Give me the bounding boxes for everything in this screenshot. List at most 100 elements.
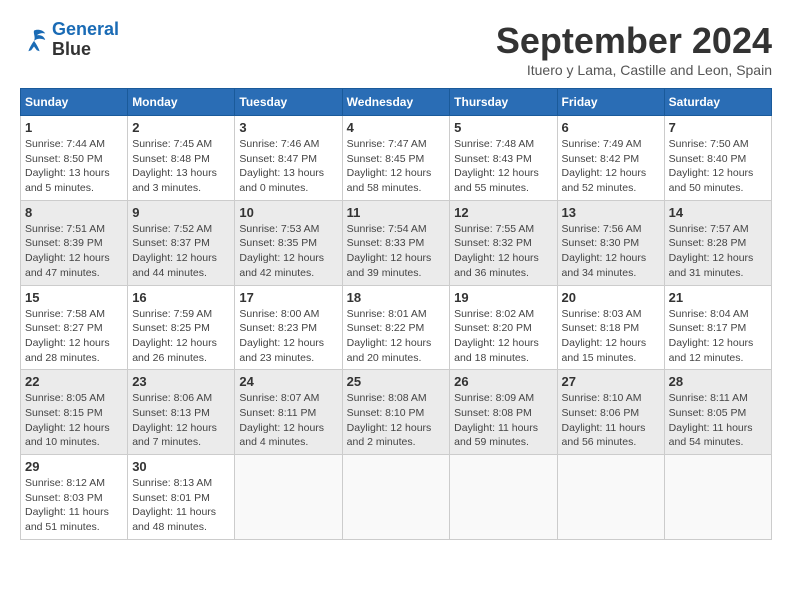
table-row: 19 Sunrise: 8:02 AM Sunset: 8:20 PM Dayl…: [450, 285, 557, 370]
day-number: 10: [239, 205, 337, 220]
table-row: 12 Sunrise: 7:55 AM Sunset: 8:32 PM Dayl…: [450, 200, 557, 285]
day-number: 13: [562, 205, 660, 220]
table-row: [235, 455, 342, 540]
day-number: 22: [25, 374, 123, 389]
table-row: 13 Sunrise: 7:56 AM Sunset: 8:30 PM Dayl…: [557, 200, 664, 285]
table-row: 3 Sunrise: 7:46 AM Sunset: 8:47 PM Dayli…: [235, 116, 342, 201]
logo-line1: General: [52, 19, 119, 39]
day-number: 23: [132, 374, 230, 389]
table-row: 7 Sunrise: 7:50 AM Sunset: 8:40 PM Dayli…: [664, 116, 771, 201]
calendar-header-row: Sunday Monday Tuesday Wednesday Thursday…: [21, 89, 772, 116]
day-number: 9: [132, 205, 230, 220]
day-number: 4: [347, 120, 446, 135]
header-monday: Monday: [128, 89, 235, 116]
table-row: 27 Sunrise: 8:10 AM Sunset: 8:06 PM Dayl…: [557, 370, 664, 455]
day-info: Sunrise: 8:08 AM Sunset: 8:10 PM Dayligh…: [347, 391, 446, 450]
table-row: 1 Sunrise: 7:44 AM Sunset: 8:50 PM Dayli…: [21, 116, 128, 201]
day-number: 5: [454, 120, 552, 135]
day-number: 21: [669, 290, 767, 305]
table-row: 26 Sunrise: 8:09 AM Sunset: 8:08 PM Dayl…: [450, 370, 557, 455]
day-info: Sunrise: 7:55 AM Sunset: 8:32 PM Dayligh…: [454, 222, 552, 281]
day-info: Sunrise: 8:03 AM Sunset: 8:18 PM Dayligh…: [562, 307, 660, 366]
day-info: Sunrise: 8:04 AM Sunset: 8:17 PM Dayligh…: [669, 307, 767, 366]
day-info: Sunrise: 7:56 AM Sunset: 8:30 PM Dayligh…: [562, 222, 660, 281]
calendar-week-row: 29 Sunrise: 8:12 AM Sunset: 8:03 PM Dayl…: [21, 455, 772, 540]
header-saturday: Saturday: [664, 89, 771, 116]
table-row: 2 Sunrise: 7:45 AM Sunset: 8:48 PM Dayli…: [128, 116, 235, 201]
day-number: 8: [25, 205, 123, 220]
logo-line2: Blue: [52, 40, 119, 60]
calendar-week-row: 1 Sunrise: 7:44 AM Sunset: 8:50 PM Dayli…: [21, 116, 772, 201]
day-number: 3: [239, 120, 337, 135]
title-section: September 2024 Ituero y Lama, Castille a…: [496, 20, 772, 78]
day-number: 28: [669, 374, 767, 389]
table-row: 22 Sunrise: 8:05 AM Sunset: 8:15 PM Dayl…: [21, 370, 128, 455]
table-row: [450, 455, 557, 540]
day-number: 30: [132, 459, 230, 474]
month-title: September 2024: [496, 20, 772, 62]
day-info: Sunrise: 7:48 AM Sunset: 8:43 PM Dayligh…: [454, 137, 552, 196]
table-row: 23 Sunrise: 8:06 AM Sunset: 8:13 PM Dayl…: [128, 370, 235, 455]
table-row: 4 Sunrise: 7:47 AM Sunset: 8:45 PM Dayli…: [342, 116, 450, 201]
day-number: 7: [669, 120, 767, 135]
day-info: Sunrise: 7:50 AM Sunset: 8:40 PM Dayligh…: [669, 137, 767, 196]
table-row: 17 Sunrise: 8:00 AM Sunset: 8:23 PM Dayl…: [235, 285, 342, 370]
table-row: 25 Sunrise: 8:08 AM Sunset: 8:10 PM Dayl…: [342, 370, 450, 455]
day-info: Sunrise: 8:09 AM Sunset: 8:08 PM Dayligh…: [454, 391, 552, 450]
day-number: 25: [347, 374, 446, 389]
day-number: 16: [132, 290, 230, 305]
day-number: 17: [239, 290, 337, 305]
day-number: 29: [25, 459, 123, 474]
day-number: 15: [25, 290, 123, 305]
day-info: Sunrise: 7:47 AM Sunset: 8:45 PM Dayligh…: [347, 137, 446, 196]
calendar-week-row: 22 Sunrise: 8:05 AM Sunset: 8:15 PM Dayl…: [21, 370, 772, 455]
table-row: 24 Sunrise: 8:07 AM Sunset: 8:11 PM Dayl…: [235, 370, 342, 455]
day-info: Sunrise: 8:07 AM Sunset: 8:11 PM Dayligh…: [239, 391, 337, 450]
day-number: 1: [25, 120, 123, 135]
header-thursday: Thursday: [450, 89, 557, 116]
day-info: Sunrise: 7:46 AM Sunset: 8:47 PM Dayligh…: [239, 137, 337, 196]
table-row: 30 Sunrise: 8:13 AM Sunset: 8:01 PM Dayl…: [128, 455, 235, 540]
page-header: General Blue September 2024 Ituero y Lam…: [20, 20, 772, 78]
table-row: 15 Sunrise: 7:58 AM Sunset: 8:27 PM Dayl…: [21, 285, 128, 370]
calendar-table: Sunday Monday Tuesday Wednesday Thursday…: [20, 88, 772, 540]
header-wednesday: Wednesday: [342, 89, 450, 116]
table-row: 9 Sunrise: 7:52 AM Sunset: 8:37 PM Dayli…: [128, 200, 235, 285]
day-number: 6: [562, 120, 660, 135]
day-info: Sunrise: 8:11 AM Sunset: 8:05 PM Dayligh…: [669, 391, 767, 450]
table-row: 10 Sunrise: 7:53 AM Sunset: 8:35 PM Dayl…: [235, 200, 342, 285]
location-subtitle: Ituero y Lama, Castille and Leon, Spain: [496, 62, 772, 78]
day-info: Sunrise: 7:54 AM Sunset: 8:33 PM Dayligh…: [347, 222, 446, 281]
day-info: Sunrise: 7:53 AM Sunset: 8:35 PM Dayligh…: [239, 222, 337, 281]
day-info: Sunrise: 7:57 AM Sunset: 8:28 PM Dayligh…: [669, 222, 767, 281]
table-row: 11 Sunrise: 7:54 AM Sunset: 8:33 PM Dayl…: [342, 200, 450, 285]
day-info: Sunrise: 8:10 AM Sunset: 8:06 PM Dayligh…: [562, 391, 660, 450]
header-friday: Friday: [557, 89, 664, 116]
table-row: 21 Sunrise: 8:04 AM Sunset: 8:17 PM Dayl…: [664, 285, 771, 370]
calendar-week-row: 8 Sunrise: 7:51 AM Sunset: 8:39 PM Dayli…: [21, 200, 772, 285]
day-number: 19: [454, 290, 552, 305]
table-row: 14 Sunrise: 7:57 AM Sunset: 8:28 PM Dayl…: [664, 200, 771, 285]
table-row: 28 Sunrise: 8:11 AM Sunset: 8:05 PM Dayl…: [664, 370, 771, 455]
day-info: Sunrise: 7:51 AM Sunset: 8:39 PM Dayligh…: [25, 222, 123, 281]
table-row: 16 Sunrise: 7:59 AM Sunset: 8:25 PM Dayl…: [128, 285, 235, 370]
table-row: 29 Sunrise: 8:12 AM Sunset: 8:03 PM Dayl…: [21, 455, 128, 540]
table-row: 18 Sunrise: 8:01 AM Sunset: 8:22 PM Dayl…: [342, 285, 450, 370]
table-row: 20 Sunrise: 8:03 AM Sunset: 8:18 PM Dayl…: [557, 285, 664, 370]
day-info: Sunrise: 7:45 AM Sunset: 8:48 PM Dayligh…: [132, 137, 230, 196]
header-sunday: Sunday: [21, 89, 128, 116]
day-number: 20: [562, 290, 660, 305]
day-info: Sunrise: 8:00 AM Sunset: 8:23 PM Dayligh…: [239, 307, 337, 366]
day-number: 12: [454, 205, 552, 220]
day-info: Sunrise: 7:58 AM Sunset: 8:27 PM Dayligh…: [25, 307, 123, 366]
day-number: 27: [562, 374, 660, 389]
table-row: [664, 455, 771, 540]
header-tuesday: Tuesday: [235, 89, 342, 116]
day-info: Sunrise: 8:13 AM Sunset: 8:01 PM Dayligh…: [132, 476, 230, 535]
day-info: Sunrise: 8:05 AM Sunset: 8:15 PM Dayligh…: [25, 391, 123, 450]
table-row: 5 Sunrise: 7:48 AM Sunset: 8:43 PM Dayli…: [450, 116, 557, 201]
table-row: 8 Sunrise: 7:51 AM Sunset: 8:39 PM Dayli…: [21, 200, 128, 285]
day-info: Sunrise: 8:01 AM Sunset: 8:22 PM Dayligh…: [347, 307, 446, 366]
day-number: 14: [669, 205, 767, 220]
day-info: Sunrise: 7:49 AM Sunset: 8:42 PM Dayligh…: [562, 137, 660, 196]
